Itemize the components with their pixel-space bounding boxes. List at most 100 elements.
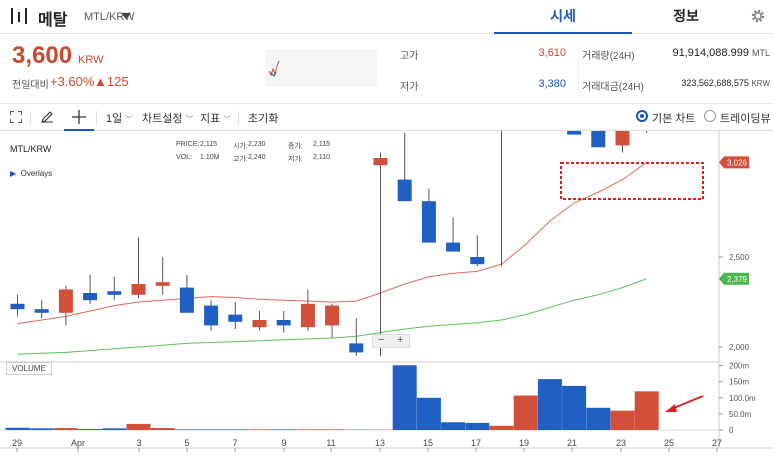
candle-body [34, 309, 49, 313]
candle [421, 188, 436, 243]
x-tick-label: 13 [375, 438, 385, 448]
volume-bar [223, 429, 248, 430]
price-tick-label: 2,000 [729, 343, 750, 352]
tab-price[interactable]: 시세 [494, 0, 632, 34]
gear-icon[interactable] [750, 8, 766, 24]
change-label: 전일대비 [12, 80, 49, 91]
candle-body [373, 158, 388, 166]
candle-body [107, 291, 122, 295]
candle-body [421, 201, 436, 243]
fullscreen-icon[interactable] [10, 111, 22, 123]
legend-value: 2,115 [313, 141, 330, 148]
volume-bar [199, 429, 224, 430]
basic-chart-label[interactable]: 기본 차트 [652, 110, 696, 126]
volume-bar [634, 391, 659, 430]
x-tick-label: 5 [184, 438, 189, 448]
crosshair-icon [72, 110, 86, 124]
volume-bar [586, 407, 611, 430]
candle [470, 235, 485, 266]
price-chart[interactable]: 4,0003,5002,5002,000200m150m100.0m50.0m0… [0, 131, 773, 462]
coin-name[interactable]: 메탈 [38, 6, 67, 30]
pencil-icon[interactable] [40, 110, 54, 124]
chart-toolbar: 1일 ﹀ 차트설정 ﹀ 지표 ﹀ 초기화 기본 차트 트레이딩뷰 [0, 104, 773, 131]
candle [10, 294, 25, 317]
price-badge-label: 3,026 [727, 158, 748, 167]
zoom-out-button[interactable]: − [378, 334, 384, 346]
candle-body [325, 305, 340, 326]
candle-body [252, 320, 267, 328]
candle [646, 131, 648, 133]
volume-bar [174, 429, 199, 430]
volume-bar [247, 429, 272, 430]
volume-bar [271, 429, 296, 430]
candle [107, 276, 122, 301]
divider [578, 48, 579, 96]
high-label: 고가 [400, 51, 419, 62]
candle [615, 131, 630, 153]
volume-value: 91,914,088.999 MTL [672, 47, 770, 59]
legend-key: PRICE: [176, 141, 200, 148]
volume-bar [295, 429, 320, 430]
amount-value: 323,562,688,575 KRW [681, 78, 770, 88]
candle [83, 275, 98, 304]
change-rate: +3.60% [50, 74, 95, 89]
candle [501, 131, 502, 266]
current-price: 3,600 [12, 42, 73, 69]
candle [58, 285, 73, 326]
x-tick-label: 7 [232, 438, 237, 448]
volume-bar [441, 422, 466, 430]
candle-body [276, 320, 291, 326]
price-unit: KRW [78, 54, 104, 66]
chevron-down-icon[interactable] [121, 12, 131, 20]
indicators-menu[interactable]: 지표 ﹀ [200, 110, 231, 126]
candle [373, 152, 388, 356]
candle [349, 318, 364, 356]
divider [30, 111, 31, 125]
chart-symbol: MTL/KRW [10, 144, 52, 154]
candle-body [591, 131, 606, 148]
candle [300, 289, 315, 331]
candle-body [470, 257, 485, 265]
highlight-box [560, 162, 704, 200]
candle [252, 311, 267, 331]
legend-key: VOL: [176, 154, 192, 161]
x-tick-label: 29 [12, 438, 22, 448]
candle-body [204, 305, 219, 326]
low-label: 저가 [400, 82, 419, 93]
x-tick-label: 25 [664, 438, 674, 448]
candle-body [300, 303, 315, 328]
legend-key: 고가: [233, 156, 248, 163]
volume-bar [465, 422, 490, 430]
volume-bar [78, 429, 103, 430]
volume-tick-label: 50.0m [729, 410, 752, 419]
divider [238, 111, 239, 125]
basic-chart-radio[interactable] [636, 110, 648, 122]
tab-info[interactable]: 정보 [632, 0, 740, 34]
reset-button[interactable]: 초기화 [248, 110, 278, 126]
candle [591, 131, 606, 148]
tradingview-radio[interactable] [704, 110, 716, 122]
overlays-toggle[interactable]: ▶ Overlays [10, 169, 52, 178]
crosshair-tool[interactable] [64, 104, 94, 131]
mini-chart [265, 49, 377, 87]
zoom-in-button[interactable]: + [397, 334, 403, 346]
period-select[interactable]: 1일 ﹀ [106, 110, 133, 126]
volume-bar [126, 423, 151, 430]
x-tick-label: 9 [281, 438, 286, 448]
tradingview-label[interactable]: 트레이딩뷰 [720, 110, 771, 126]
candle-body [446, 242, 461, 252]
candle [567, 131, 582, 135]
volume-tick-label: 200m [729, 362, 749, 371]
coin-logo-icon [11, 8, 27, 24]
x-tick-label: 23 [616, 438, 626, 448]
volume-tick-label: 100.0m [729, 394, 756, 403]
candle [228, 302, 243, 329]
price-badge: 2,379 [719, 272, 749, 285]
high-value: 3,610 [538, 47, 566, 59]
annotation-arrowhead [665, 404, 677, 412]
x-tick-label: 15 [423, 438, 433, 448]
volume-bar [610, 410, 635, 430]
x-tick-label: 3 [136, 438, 141, 448]
chart-settings-menu[interactable]: 차트설정 ﹀ [142, 110, 194, 126]
volume-bar [562, 385, 587, 430]
